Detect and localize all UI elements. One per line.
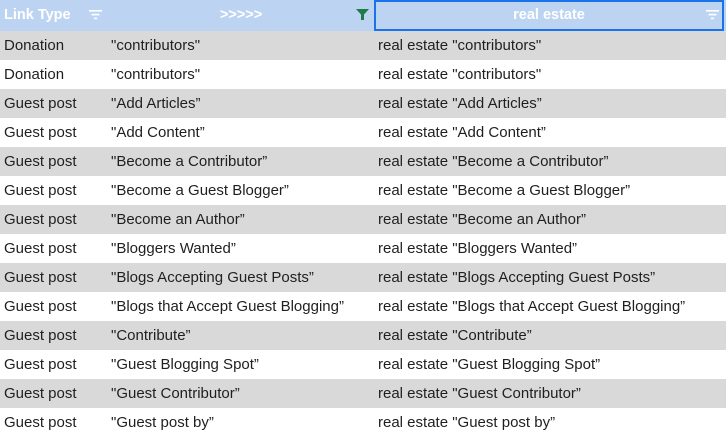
query-cell[interactable]: real estate "Add Articles”: [378, 89, 542, 118]
table-row: Guest post "Add Articles” real estate "Add…: [0, 89, 726, 118]
table-row: Guest post "Become an Author” real estate …: [0, 205, 726, 234]
link-type-cell[interactable]: Guest post: [4, 263, 77, 292]
query-cell[interactable]: real estate "Become an Author”: [378, 205, 586, 234]
keyword-cell[interactable]: "Guest Blogging Spot”: [111, 350, 259, 379]
data-rows: Donation "contributors" real estate "contr…: [0, 31, 726, 437]
filter-icon[interactable]: [706, 9, 719, 20]
keyword-cell[interactable]: "Blogs that Accept Guest Blogging”: [111, 292, 344, 321]
keyword-cell[interactable]: "Add Content”: [111, 118, 205, 147]
query-cell[interactable]: real estate "Blogs Accepting Guest Posts…: [378, 263, 655, 292]
keyword-cell[interactable]: "Add Articles”: [111, 89, 201, 118]
table-row: Guest post "Add Content” real estate "Add …: [0, 118, 726, 147]
header-row: Link Type >>>>> real estate: [0, 0, 726, 31]
query-cell[interactable]: real estate "Become a Guest Blogger”: [378, 176, 630, 205]
table-row: Guest post "Contribute” real estate "Contr…: [0, 321, 726, 350]
keyword-cell[interactable]: "Guest Contributor”: [111, 379, 240, 408]
query-cell[interactable]: real estate "contributors": [378, 31, 541, 60]
link-type-cell[interactable]: Guest post: [4, 408, 77, 437]
keyword-cell[interactable]: "contributors": [111, 31, 200, 60]
table-row: Guest post "Become a Guest Blogger” real e…: [0, 176, 726, 205]
link-type-cell[interactable]: Guest post: [4, 321, 77, 350]
link-type-cell[interactable]: Guest post: [4, 118, 77, 147]
link-type-cell[interactable]: Guest post: [4, 350, 77, 379]
query-cell[interactable]: real estate "Add Content”: [378, 118, 546, 147]
table-row: Guest post "Guest post by” real estate "Gu…: [0, 408, 726, 437]
query-cell[interactable]: real estate "Contribute”: [378, 321, 532, 350]
keyword-cell[interactable]: "Guest post by”: [111, 408, 214, 437]
header-keyword-label: >>>>>: [219, 7, 263, 23]
table-row: Guest post "Guest Blogging Spot” real esta…: [0, 350, 726, 379]
query-cell[interactable]: real estate "Guest Blogging Spot”: [378, 350, 600, 379]
link-type-cell[interactable]: Guest post: [4, 89, 77, 118]
table-row: Donation "contributors" real estate "contr…: [0, 60, 726, 89]
filter-icon[interactable]: [89, 9, 102, 20]
link-type-cell[interactable]: Donation: [4, 60, 64, 89]
keyword-cell[interactable]: "contributors": [111, 60, 200, 89]
keyword-cell[interactable]: "Become an Author”: [111, 205, 245, 234]
keyword-cell[interactable]: "Bloggers Wanted”: [111, 234, 236, 263]
link-type-cell[interactable]: Guest post: [4, 234, 77, 263]
link-type-cell[interactable]: Guest post: [4, 379, 77, 408]
table-row: Donation "contributors" real estate "contr…: [0, 31, 726, 60]
link-type-cell[interactable]: Guest post: [4, 147, 77, 176]
header-keyword[interactable]: >>>>>: [108, 0, 374, 31]
link-type-cell[interactable]: Guest post: [4, 292, 77, 321]
table-row: Guest post "Guest Contributor” real estate…: [0, 379, 726, 408]
table-row: Guest post "Become a Contributor” real est…: [0, 147, 726, 176]
header-link-type-label: Link Type: [4, 7, 71, 23]
keyword-cell[interactable]: "Blogs Accepting Guest Posts”: [111, 263, 314, 292]
keyword-cell[interactable]: "Become a Contributor”: [111, 147, 267, 176]
keyword-cell[interactable]: "Contribute”: [111, 321, 191, 350]
table-row: Guest post "Blogs Accepting Guest Posts” r…: [0, 263, 726, 292]
query-cell[interactable]: real estate "Guest Contributor”: [378, 379, 581, 408]
active-filter-icon[interactable]: [356, 9, 369, 20]
table-row: Guest post "Blogs that Accept Guest Blogg…: [0, 292, 726, 321]
query-cell[interactable]: real estate "Guest post by”: [378, 408, 555, 437]
query-cell[interactable]: real estate "Bloggers Wanted”: [378, 234, 577, 263]
header-query-selected[interactable]: real estate: [374, 0, 724, 31]
table-row: Guest post "Bloggers Wanted” real estate "…: [0, 234, 726, 263]
link-type-cell[interactable]: Guest post: [4, 176, 77, 205]
query-cell[interactable]: real estate "contributors": [378, 60, 541, 89]
query-cell[interactable]: real estate "Blogs that Accept Guest Blo…: [378, 292, 685, 321]
header-query-label: real estate: [513, 7, 585, 23]
link-type-cell[interactable]: Donation: [4, 31, 64, 60]
query-cell[interactable]: real estate "Become a Contributor”: [378, 147, 608, 176]
link-type-cell[interactable]: Guest post: [4, 205, 77, 234]
keyword-cell[interactable]: "Become a Guest Blogger”: [111, 176, 289, 205]
spreadsheet: Link Type >>>>> real estate Donation "con…: [0, 0, 726, 435]
